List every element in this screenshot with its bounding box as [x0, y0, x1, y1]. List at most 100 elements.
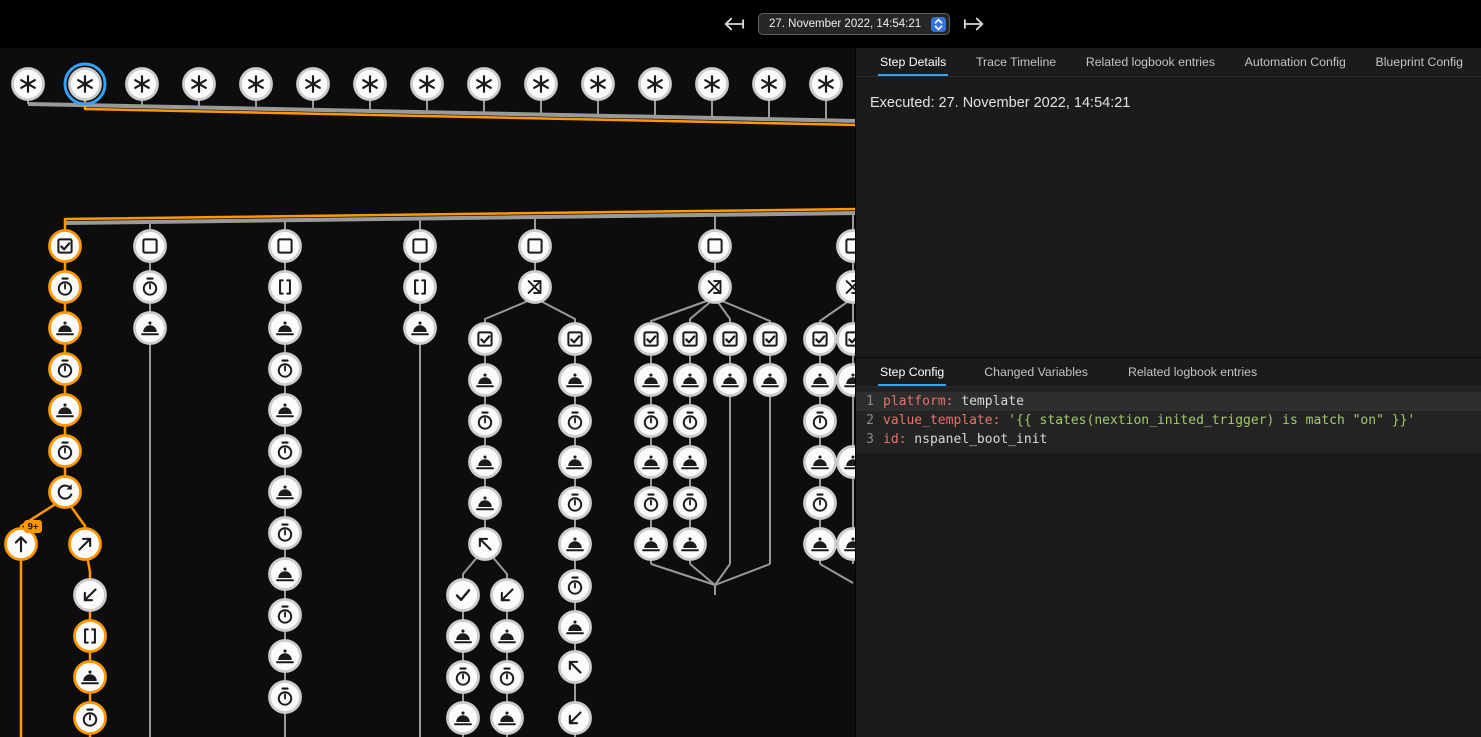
node-timer[interactable]	[270, 682, 301, 713]
node-service-bell[interactable]	[270, 477, 301, 508]
tab-step-config[interactable]: Step Config	[878, 358, 946, 386]
node-timer[interactable]	[636, 406, 667, 437]
node-timer[interactable]	[270, 518, 301, 549]
tab-blueprint-config[interactable]: Blueprint Config	[1374, 48, 1466, 76]
node-checkbox-marked[interactable]	[675, 324, 706, 355]
node-service-bell[interactable]	[470, 365, 501, 396]
node-checkbox-marked[interactable]	[470, 324, 501, 355]
trigger-node[interactable]	[754, 69, 785, 100]
node-checkbox-marked[interactable]	[560, 324, 591, 355]
node-service-bell[interactable]	[805, 365, 836, 396]
node-service-bell[interactable]	[448, 703, 479, 734]
node-service-bell[interactable]	[135, 313, 166, 344]
node-choose[interactable]	[700, 272, 731, 303]
node-timer[interactable]	[560, 488, 591, 519]
trigger-node[interactable]	[640, 69, 671, 100]
node-brackets[interactable]	[270, 272, 301, 303]
node-service-bell[interactable]	[675, 447, 706, 478]
node-checkbox-marked[interactable]	[805, 324, 836, 355]
node-service-bell[interactable]	[470, 447, 501, 478]
trace-date-select[interactable]: 27. November 2022, 14:54:21	[758, 13, 950, 35]
node-checkbox-blank[interactable]	[135, 231, 166, 262]
node-repeat[interactable]	[50, 477, 81, 508]
node-service-bell[interactable]	[560, 365, 591, 396]
node-timer[interactable]	[448, 662, 479, 693]
tab-automation-config[interactable]: Automation Config	[1243, 48, 1348, 76]
node-timer[interactable]	[675, 406, 706, 437]
tab-trace-timeline[interactable]: Trace Timeline	[974, 48, 1058, 76]
node-timer[interactable]	[560, 571, 591, 602]
previous-trace-button[interactable]	[722, 11, 748, 37]
node-timer[interactable]	[50, 436, 81, 467]
node-checkbox-blank[interactable]	[270, 231, 301, 262]
trigger-node-selected[interactable]	[70, 69, 101, 100]
trigger-node[interactable]	[13, 69, 44, 100]
node-brackets[interactable]	[405, 272, 436, 303]
node-checkbox-blank[interactable]	[520, 231, 551, 262]
node-service-bell[interactable]	[805, 529, 836, 560]
node-timer[interactable]	[135, 272, 166, 303]
node-checkbox-marked[interactable]	[755, 324, 786, 355]
node-service-bell[interactable]	[560, 447, 591, 478]
node-timer[interactable]	[636, 488, 667, 519]
node-arrow-up[interactable]	[6, 529, 37, 560]
tab-step-details[interactable]: Step Details	[878, 48, 948, 76]
trigger-node[interactable]	[241, 69, 272, 100]
node-service-bell[interactable]	[270, 313, 301, 344]
node-checkbox-blank[interactable]	[405, 231, 436, 262]
trigger-node[interactable]	[412, 69, 443, 100]
node-service-bell[interactable]	[675, 529, 706, 560]
node-arrow-bottom-left[interactable]	[492, 580, 523, 611]
node-brackets[interactable]	[75, 621, 106, 652]
node-checkbox-blank[interactable]	[700, 231, 731, 262]
node-service-bell[interactable]	[270, 641, 301, 672]
node-service-bell[interactable]	[470, 488, 501, 519]
tab-related-logbook-entries[interactable]: Related logbook entries	[1084, 48, 1217, 76]
trigger-node[interactable]	[127, 69, 158, 100]
node-service-bell[interactable]	[492, 703, 523, 734]
node-service-bell[interactable]	[805, 447, 836, 478]
node-service-bell[interactable]	[50, 313, 81, 344]
next-trace-button[interactable]	[960, 11, 986, 37]
node-timer[interactable]	[50, 354, 81, 385]
node-service-bell[interactable]	[675, 365, 706, 396]
node-service-bell[interactable]	[715, 365, 746, 396]
step-config-code[interactable]: 1 platform: template 2 value_template: '…	[856, 387, 1481, 453]
trigger-node[interactable]	[184, 69, 215, 100]
node-service-bell[interactable]	[405, 313, 436, 344]
node-timer[interactable]	[805, 406, 836, 437]
node-service-bell[interactable]	[270, 559, 301, 590]
node-arrow-top-right[interactable]	[70, 529, 101, 560]
node-timer[interactable]	[675, 488, 706, 519]
node-service-bell[interactable]	[755, 365, 786, 396]
node-timer[interactable]	[50, 272, 81, 303]
node-timer[interactable]	[270, 600, 301, 631]
node-arrow-top-left[interactable]	[470, 529, 501, 560]
trigger-node[interactable]	[583, 69, 614, 100]
trigger-node[interactable]	[298, 69, 329, 100]
node-arrow-top-left[interactable]	[560, 652, 591, 683]
node-service-bell[interactable]	[75, 662, 106, 693]
node-timer[interactable]	[560, 406, 591, 437]
node-checkbox-marked[interactable]	[50, 231, 81, 262]
node-service-bell[interactable]	[50, 395, 81, 426]
node-service-bell[interactable]	[492, 621, 523, 652]
node-choose[interactable]	[520, 272, 551, 303]
node-check[interactable]	[448, 580, 479, 611]
tab-changed-variables[interactable]: Changed Variables	[982, 358, 1090, 386]
node-timer[interactable]	[492, 662, 523, 693]
node-service-bell[interactable]	[270, 395, 301, 426]
node-service-bell[interactable]	[560, 529, 591, 560]
node-service-bell[interactable]	[560, 612, 591, 643]
node-timer[interactable]	[470, 406, 501, 437]
tab-related-logbook-entries-bottom[interactable]: Related logbook entries	[1126, 358, 1259, 386]
node-checkbox-marked[interactable]	[636, 324, 667, 355]
node-timer[interactable]	[75, 703, 106, 734]
node-arrow-bottom-left[interactable]	[75, 580, 106, 611]
node-timer[interactable]	[805, 488, 836, 519]
node-arrow-bottom-left[interactable]	[560, 703, 591, 734]
node-checkbox-marked[interactable]	[715, 324, 746, 355]
trigger-node[interactable]	[355, 69, 386, 100]
node-service-bell[interactable]	[448, 621, 479, 652]
node-service-bell[interactable]	[636, 365, 667, 396]
